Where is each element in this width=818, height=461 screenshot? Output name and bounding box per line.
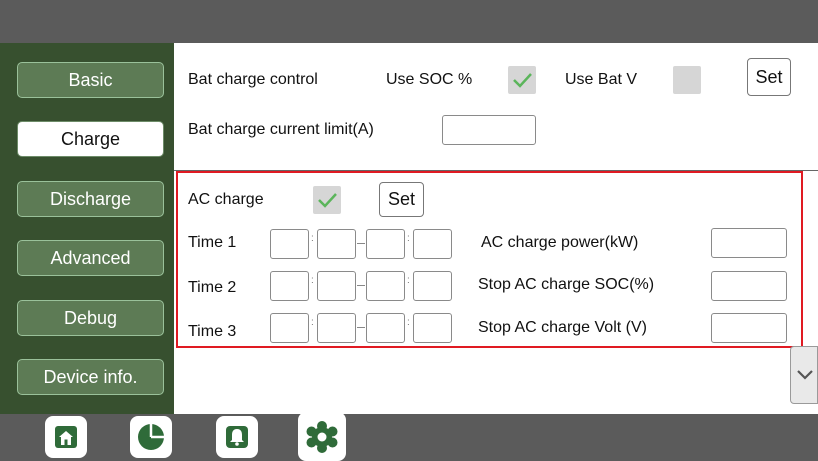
pie-chart-icon <box>138 424 164 450</box>
sidebar-item-debug[interactable]: Debug <box>17 300 164 336</box>
gear-icon <box>306 420 338 453</box>
chevron-down-icon <box>797 370 813 380</box>
bat-charge-current-limit-label: Bat charge current limit(A) <box>188 121 374 138</box>
bottom-tab-bar <box>0 414 818 461</box>
bat-charge-current-limit-input[interactable] <box>442 115 536 145</box>
sidebar-item-charge[interactable]: Charge <box>17 121 164 157</box>
sidebar-item-discharge[interactable]: Discharge <box>17 181 164 217</box>
tab-statistics[interactable] <box>130 416 172 458</box>
scroll-down-button[interactable] <box>790 346 818 404</box>
checkmark-icon <box>513 73 532 88</box>
use-bat-v-label: Use Bat V <box>565 71 638 88</box>
sidebar-item-advanced[interactable]: Advanced <box>17 240 164 276</box>
use-soc-label: Use SOC % <box>386 71 473 88</box>
top-bar <box>0 0 818 43</box>
ac-charge-highlight-frame <box>176 171 803 348</box>
sidebar-item-device-info[interactable]: Device info. <box>17 359 164 395</box>
tab-settings[interactable] <box>298 412 346 461</box>
use-soc-checkbox[interactable] <box>508 66 536 94</box>
use-bat-v-checkbox[interactable] <box>673 66 701 94</box>
bat-charge-set-button[interactable]: Set <box>747 58 791 96</box>
bat-charge-control-label: Bat charge control <box>188 71 318 88</box>
bell-icon <box>226 426 248 448</box>
tab-alarms[interactable] <box>216 416 258 458</box>
home-icon <box>55 426 77 448</box>
sidebar-item-basic[interactable]: Basic <box>17 62 164 98</box>
tab-home[interactable] <box>45 416 87 458</box>
